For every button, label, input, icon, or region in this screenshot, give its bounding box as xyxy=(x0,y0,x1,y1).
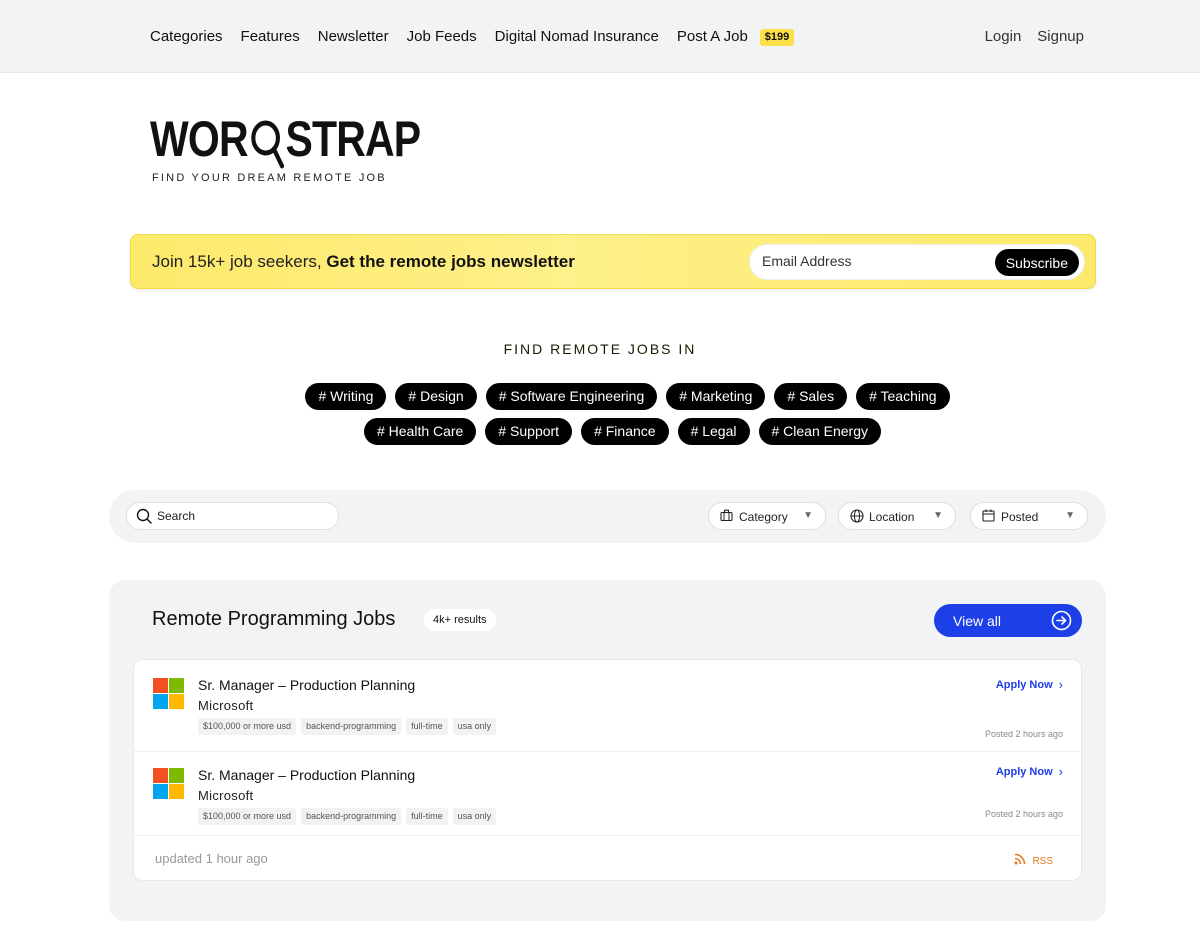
email-field[interactable] xyxy=(762,253,982,269)
newsletter-text: Join 15k+ job seekers, Get the remote jo… xyxy=(152,252,575,272)
posted-dropdown[interactable]: Posted ▼ xyxy=(970,502,1088,530)
microsoft-logo-icon xyxy=(153,768,185,800)
tag-teaching[interactable]: # Teaching xyxy=(856,383,950,410)
nav-categories[interactable]: Categories xyxy=(150,27,223,47)
tag-clean-energy[interactable]: # Clean Energy xyxy=(758,418,882,445)
tag-marketing[interactable]: # Marketing xyxy=(666,383,766,410)
category-tags-row-2: # Health Care # Support # Finance # Lega… xyxy=(0,418,1200,445)
subscribe-button[interactable]: Subscribe xyxy=(994,249,1079,276)
logo-tagline: FIND YOUR DREAM REMOTE JOB xyxy=(152,172,387,184)
apply-now-link[interactable]: Apply Now › xyxy=(996,677,1063,692)
microsoft-logo-icon xyxy=(153,678,185,710)
view-all-label: View all xyxy=(953,613,1001,629)
newsletter-banner: Join 15k+ job seekers, Get the remote jo… xyxy=(130,234,1096,289)
posted-dropdown-label: Posted xyxy=(1001,510,1039,524)
nav-links: Categories Features Newsletter Job Feeds… xyxy=(150,27,795,47)
job-list-card: Sr. Manager – Production Planning Micros… xyxy=(133,659,1082,881)
magnifier-icon xyxy=(248,112,286,169)
programming-jobs-section: Remote Programming Jobs 4k+ results View… xyxy=(109,580,1106,921)
job-tag-type: full-time xyxy=(406,718,448,735)
category-dropdown[interactable]: Category ▼ xyxy=(708,502,826,530)
rss-icon xyxy=(1014,852,1026,870)
auth-links: Login Signup xyxy=(969,27,1084,47)
job-tag-region: usa only xyxy=(452,808,497,825)
category-dropdown-label: Category xyxy=(739,510,788,524)
tag-writing[interactable]: # Writing xyxy=(305,383,387,410)
nav-digital-nomad-insurance[interactable]: Digital Nomad Insurance xyxy=(495,27,659,47)
arrow-right-circle-icon xyxy=(1051,610,1072,636)
site-logo[interactable]: WOR STRAP FIND YOUR DREAM REMOTE JOB xyxy=(150,112,480,184)
apply-now-label: Apply Now xyxy=(995,765,1053,778)
newsletter-text-prefix: Join 15k+ job seekers, xyxy=(152,252,322,271)
briefcase-icon xyxy=(720,509,733,527)
rss-feed-link[interactable]: RSS xyxy=(1014,852,1053,870)
posted-time: Posted 2 hours ago xyxy=(984,729,1063,739)
nav-features[interactable]: Features xyxy=(241,27,300,47)
job-listing[interactable]: Sr. Manager – Production Planning Micros… xyxy=(134,660,1081,752)
chevron-right-icon: › xyxy=(1058,677,1063,692)
job-tags: $100,000 or more usd backend-programming… xyxy=(198,718,501,735)
company-name: Microsoft xyxy=(198,788,254,803)
signup-link[interactable]: Signup xyxy=(1037,27,1084,47)
job-tags: $100,000 or more usd backend-programming… xyxy=(198,808,501,825)
post-job-price-badge: $199 xyxy=(759,28,795,46)
tag-finance[interactable]: # Finance xyxy=(581,418,669,445)
job-title[interactable]: Sr. Manager – Production Planning xyxy=(198,767,415,783)
job-title[interactable]: Sr. Manager – Production Planning xyxy=(198,677,415,693)
tag-software-engineering[interactable]: # Software Engineering xyxy=(485,383,658,410)
login-link[interactable]: Login xyxy=(985,27,1022,47)
calendar-icon xyxy=(982,509,995,527)
search-input[interactable] xyxy=(157,509,327,523)
view-all-button[interactable]: View all xyxy=(934,604,1082,637)
job-listing[interactable]: Sr. Manager – Production Planning Micros… xyxy=(134,752,1081,836)
job-tag-salary: $100,000 or more usd xyxy=(198,718,297,735)
job-card-footer: updated 1 hour ago RSS xyxy=(134,836,1081,880)
category-tags-row-1: # Writing # Design # Software Engineerin… xyxy=(0,383,1200,410)
logo-word-left: WOR xyxy=(150,111,249,167)
caret-down-icon: ▼ xyxy=(803,510,813,521)
posted-time: Posted 2 hours ago xyxy=(984,809,1063,819)
results-count-badge: 4k+ results xyxy=(424,609,496,631)
tag-design[interactable]: # Design xyxy=(395,383,477,410)
nav-post-a-job[interactable]: Post A Job xyxy=(677,27,748,47)
caret-down-icon: ▼ xyxy=(1065,510,1075,521)
job-tag-category: backend-programming xyxy=(301,808,402,825)
top-navigation: Categories Features Newsletter Job Feeds… xyxy=(0,0,1200,73)
job-tag-salary: $100,000 or more usd xyxy=(198,808,297,825)
tag-sales[interactable]: # Sales xyxy=(774,383,848,410)
tag-legal[interactable]: # Legal xyxy=(677,418,750,445)
newsletter-text-bold: Get the remote jobs newsletter xyxy=(326,252,575,271)
tag-support[interactable]: # Support xyxy=(485,418,573,445)
nav-newsletter[interactable]: Newsletter xyxy=(318,27,389,47)
globe-icon xyxy=(850,509,864,528)
rss-label: RSS xyxy=(1032,855,1053,867)
nav-job-feeds[interactable]: Job Feeds xyxy=(407,27,477,47)
apply-now-label: Apply Now xyxy=(995,678,1053,691)
filter-bar: Category ▼ Location ▼ Posted ▼ xyxy=(109,490,1106,543)
location-dropdown-label: Location xyxy=(869,510,915,524)
tag-health-care[interactable]: # Health Care xyxy=(363,418,477,445)
search-box xyxy=(126,502,339,530)
updated-time: updated 1 hour ago xyxy=(155,851,268,866)
logo-word-right: STRAP xyxy=(285,111,421,167)
apply-now-link[interactable]: Apply Now › xyxy=(996,764,1063,779)
section-title: Remote Programming Jobs xyxy=(152,608,396,630)
job-tag-type: full-time xyxy=(406,808,448,825)
chevron-right-icon: › xyxy=(1058,764,1063,779)
job-tag-region: usa only xyxy=(452,718,497,735)
location-dropdown[interactable]: Location ▼ xyxy=(838,502,956,530)
find-remote-jobs-heading: FIND REMOTE JOBS IN xyxy=(503,341,697,357)
job-tag-category: backend-programming xyxy=(301,718,402,735)
company-name: Microsoft xyxy=(198,698,254,713)
newsletter-form: Subscribe xyxy=(749,244,1085,280)
logo-wordmark: WOR STRAP xyxy=(150,111,421,169)
caret-down-icon: ▼ xyxy=(933,510,943,521)
